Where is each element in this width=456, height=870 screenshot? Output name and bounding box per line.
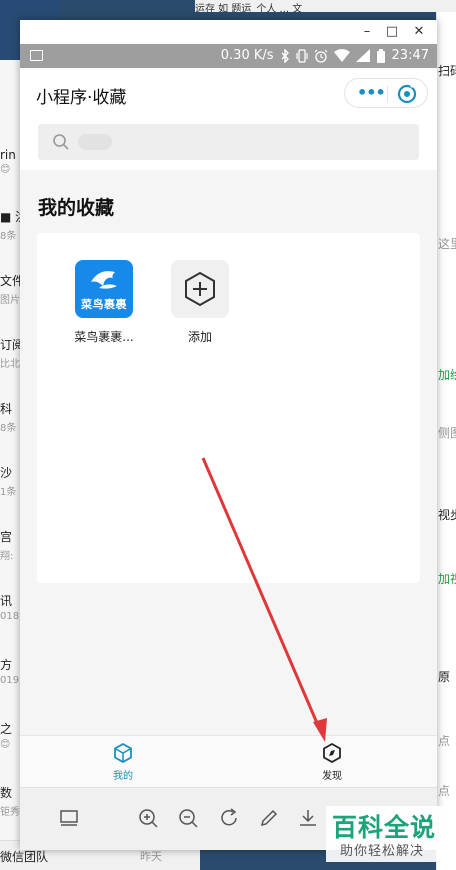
bg-doc-text: 视步 [438,508,456,522]
tab-label: 发现 [322,771,342,782]
watermark-subtitle: 助你轻松解决 [340,844,425,859]
watermark-title: 百科全说 [332,813,437,842]
status-bar-right: 0.30 K/s 23:47 [221,48,429,63]
bg-item-title: 之 [0,722,13,736]
tab-discover[interactable]: 发现 [302,742,362,782]
zoom-in-icon[interactable] [137,807,159,829]
download-icon[interactable] [297,807,319,829]
clock: 23:47 [391,48,429,63]
status-bar: 0.30 K/s 23:47 [20,44,437,68]
watermark: 百科全说 助你轻松解决 [326,806,454,862]
screen-icon[interactable] [58,807,80,829]
compass-icon [323,742,341,764]
add-favorite-button[interactable]: 添加 [160,260,240,345]
bg-item-title: 宫 [0,530,13,544]
bg-item-title: 数 [0,786,13,800]
bg-item-title: 讯 [0,594,13,608]
bg-doc-text: 点 [438,784,451,798]
bg-doc-text: 加绘 [438,368,456,382]
maximize-button[interactable]: □ [382,22,402,42]
zoom-out-icon[interactable] [177,807,199,829]
window-titlebar[interactable]: – □ ✕ [20,20,437,44]
bg-doc-text: 侧图 [438,426,456,440]
minimize-button[interactable]: – [357,22,377,42]
bg-item-title: 科 [0,402,13,416]
tab-label: 我的 [113,771,133,782]
capsule-menu: ••• [344,78,428,108]
background-window-title: 运存 如 题运_个人 ... 文 [195,0,456,12]
page-title: 小程序·收藏 [36,88,127,108]
bg-doc-text: 加视 [438,572,456,586]
bottom-tab-bar: 我的 发现 [20,735,437,787]
exit-mini-program-button[interactable] [397,84,417,104]
bluetooth-icon [281,48,289,63]
bg-item-title: 方 [0,658,13,672]
alarm-icon [314,49,327,63]
bg-item-title: 微信团队 [0,850,49,864]
image-notification-icon [30,50,43,61]
favorite-label: 菜鸟裹裹... [74,330,134,344]
bg-doc-text: 扫码 [438,64,456,78]
favorite-item-cainiao[interactable]: 菜鸟裹裹 菜鸟裹裹... [64,260,144,345]
signal-icon [355,48,370,62]
close-window-button[interactable]: ✕ [409,22,429,42]
bird-shape [91,271,117,289]
bg-doc-text: 点 [438,734,451,748]
favorites-card: 菜鸟裹裹 菜鸟裹裹... 添加 [37,233,420,583]
bg-item-title: rin [0,148,16,162]
search-input[interactable] [38,124,419,160]
search-placeholder [78,134,112,150]
vibrate-icon [295,48,308,63]
cainiao-icon-text: 菜鸟裹裹 [81,298,127,311]
section-title: 我的收藏 [38,197,115,219]
bg-item-title: 沙 [0,466,13,480]
network-speed: 0.30 K/s [220,48,274,63]
bg-doc-text: 这里 [438,237,456,251]
bg-doc-text: 原 [438,670,451,684]
cube-icon [114,742,132,764]
tab-mine[interactable]: 我的 [93,742,153,782]
pen-icon[interactable] [258,807,280,829]
favorite-label: 添加 [187,330,212,344]
wifi-icon [333,48,350,62]
search-icon [53,134,69,150]
capsule-divider [387,86,388,102]
cainiao-bird-icon: 菜鸟裹裹 [75,260,133,318]
rotate-icon[interactable] [218,807,240,829]
app-bar: 小程序·收藏 ••• [20,68,437,116]
mini-program-window: – □ ✕ 0.30 K/s 23:47 小程序·收藏 ••• 我的收藏 菜鸟裹… [20,20,437,850]
add-hexagon-icon [171,260,229,318]
battery-icon [376,48,385,63]
bg-item-date: 昨天 [140,850,162,863]
more-button[interactable]: ••• [357,85,386,103]
hexagon-plus-shape [185,271,215,307]
